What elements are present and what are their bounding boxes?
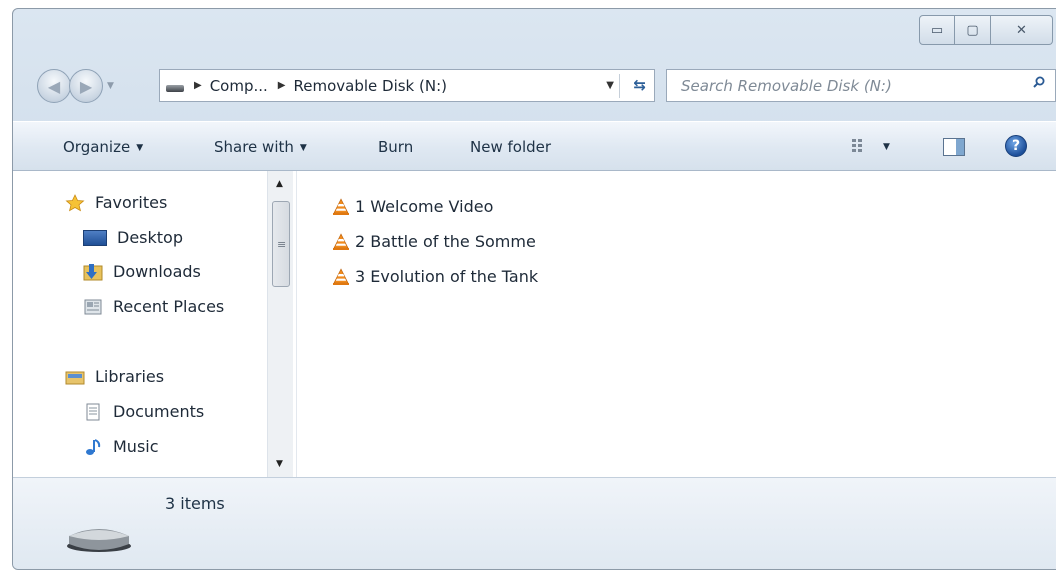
maximize-button[interactable]: ▢ bbox=[955, 15, 991, 45]
address-dropdown-icon[interactable]: ▼ bbox=[606, 80, 614, 91]
maximize-icon: ▢ bbox=[966, 22, 979, 38]
scroll-up-icon[interactable]: ▲ bbox=[276, 179, 283, 189]
explorer-window: ▭ ▢ ✕ ◀ ▶ ▼ ▶ Comp... ▶ Removable Disk (… bbox=[12, 8, 1056, 570]
command-bar: Organize ▼ Share with ▼ Burn New folder ▼ … bbox=[13, 121, 1056, 171]
nav-label-documents: Documents bbox=[113, 402, 205, 421]
back-button[interactable]: ◀ bbox=[37, 69, 71, 103]
chevron-down-icon: ▼ bbox=[136, 143, 144, 153]
change-view-icon[interactable] bbox=[851, 138, 869, 154]
chevron-down-icon: ▼ bbox=[299, 143, 307, 153]
address-divider bbox=[619, 74, 620, 98]
nav-pane-scrollbar[interactable]: ▲ ≡ ▼ bbox=[267, 171, 293, 477]
item-count: 3 items bbox=[165, 494, 225, 513]
close-button[interactable]: ✕ bbox=[991, 15, 1053, 45]
nav-item-recent-places[interactable]: Recent Places bbox=[83, 297, 224, 316]
music-icon bbox=[86, 438, 101, 455]
libraries-icon bbox=[65, 371, 85, 384]
file-name: 2 Battle of the Somme bbox=[355, 232, 536, 251]
desktop-icon bbox=[83, 229, 107, 246]
nav-label-downloads: Downloads bbox=[113, 262, 201, 281]
file-item[interactable]: 1 Welcome Video bbox=[331, 197, 493, 216]
share-with-label: Share with bbox=[214, 138, 294, 156]
file-name: 3 Evolution of the Tank bbox=[355, 267, 539, 286]
refresh-icon[interactable]: ⇆ bbox=[633, 76, 646, 94]
nav-item-favorites[interactable]: Favorites bbox=[65, 193, 167, 212]
breadcrumb-separator-icon[interactable]: ▶ bbox=[278, 80, 286, 91]
search-box[interactable]: Search Removable Disk (N:) bbox=[666, 69, 1056, 102]
navigation-pane: Favorites Desktop Downloads Recent Place… bbox=[13, 171, 267, 477]
view-options-dropdown-icon[interactable]: ▼ bbox=[883, 142, 890, 152]
search-placeholder[interactable]: Search Removable Disk (N:) bbox=[681, 77, 892, 95]
address-bar[interactable]: ▶ Comp... ▶ Removable Disk (N:) ▼ ⇆ bbox=[159, 69, 655, 102]
nav-item-downloads[interactable]: Downloads bbox=[83, 262, 201, 281]
nav-label-music: Music bbox=[113, 437, 159, 456]
nav-label-desktop: Desktop bbox=[117, 228, 183, 247]
forward-button[interactable]: ▶ bbox=[69, 69, 103, 103]
pane-divider[interactable] bbox=[296, 171, 297, 477]
downloads-icon bbox=[83, 263, 103, 280]
search-icon[interactable] bbox=[1033, 76, 1045, 88]
documents-icon bbox=[86, 403, 100, 420]
back-arrow-icon: ◀ bbox=[47, 76, 61, 96]
removable-disk-icon bbox=[67, 529, 131, 552]
grip-icon: ≡ bbox=[277, 238, 287, 251]
nav-item-documents[interactable]: Documents bbox=[83, 402, 204, 421]
organize-button[interactable]: Organize ▼ bbox=[63, 138, 143, 156]
vlc-cone-icon bbox=[333, 197, 349, 215]
new-folder-button[interactable]: New folder bbox=[470, 138, 551, 156]
drive-icon bbox=[166, 84, 184, 92]
burn-button[interactable]: Burn bbox=[378, 138, 413, 156]
share-with-button[interactable]: Share with ▼ bbox=[214, 138, 307, 156]
nav-item-music[interactable]: Music bbox=[83, 437, 159, 456]
file-name: 1 Welcome Video bbox=[355, 197, 494, 216]
star-icon bbox=[65, 193, 85, 211]
scroll-down-icon[interactable]: ▼ bbox=[276, 459, 283, 469]
details-pane: 3 items bbox=[13, 477, 1056, 569]
breadcrumb-separator-icon[interactable]: ▶ bbox=[194, 80, 202, 91]
scrollbar-thumb[interactable]: ≡ bbox=[272, 201, 290, 287]
help-icon[interactable]: ? bbox=[1005, 135, 1027, 157]
caption-buttons: ▭ ▢ ✕ bbox=[919, 15, 1053, 47]
nav-item-libraries[interactable]: Libraries bbox=[65, 367, 164, 386]
nav-item-desktop[interactable]: Desktop bbox=[83, 228, 183, 247]
minimize-icon: ▭ bbox=[930, 22, 944, 38]
nav-label-favorites: Favorites bbox=[95, 193, 168, 212]
recent-pages-dropdown[interactable]: ▼ bbox=[107, 81, 114, 91]
breadcrumb-removable-disk[interactable]: Removable Disk (N:) bbox=[294, 77, 448, 95]
organize-label: Organize bbox=[63, 138, 131, 156]
nav-label-recent-places: Recent Places bbox=[113, 297, 225, 316]
minimize-button[interactable]: ▭ bbox=[919, 15, 955, 45]
forward-arrow-icon: ▶ bbox=[79, 76, 93, 96]
vlc-cone-icon bbox=[333, 232, 349, 250]
preview-pane-icon[interactable] bbox=[943, 138, 965, 156]
content-area: Favorites Desktop Downloads Recent Place… bbox=[13, 171, 1056, 477]
file-item[interactable]: 2 Battle of the Somme bbox=[331, 232, 536, 251]
breadcrumb-computer[interactable]: Comp... bbox=[210, 77, 268, 95]
close-icon: ✕ bbox=[1016, 22, 1027, 38]
recent-places-icon bbox=[84, 299, 102, 314]
nav-label-libraries: Libraries bbox=[95, 367, 165, 386]
vlc-cone-icon bbox=[333, 267, 349, 285]
file-item[interactable]: 3 Evolution of the Tank bbox=[331, 267, 538, 286]
